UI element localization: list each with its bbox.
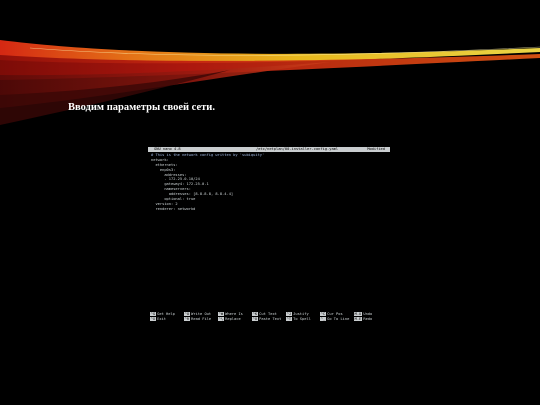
shortcut-label: Exit: [157, 317, 167, 321]
decorative-swoosh: [0, 40, 540, 125]
shortcut-label: Get Help: [157, 312, 175, 316]
shortcut-to-spell[interactable]: ^T To Spell: [286, 317, 311, 322]
nano-modified-status: Modified: [367, 147, 385, 151]
shortcut-key: ^_: [320, 317, 326, 321]
terminal-window: GNU nano 4.8 /etc/netplan/00-installer-c…: [148, 145, 390, 326]
shortcut-label: Undo: [363, 312, 373, 316]
shortcut-key: M-U: [354, 312, 362, 316]
shortcut-key: ^K: [252, 312, 258, 316]
slide-title: Вводим параметры своей сети.: [68, 102, 215, 113]
shortcut-key: ^C: [320, 312, 326, 316]
nano-header-bar: GNU nano 4.8 /etc/netplan/00-installer-c…: [148, 147, 390, 152]
shortcut-key: ^T: [286, 317, 292, 321]
shortcut-label: Where Is: [225, 312, 243, 316]
shortcut-label: Write Out: [191, 312, 212, 316]
code-line[interactable]: renderer: networkd: [151, 207, 387, 212]
shortcut-replace[interactable]: ^\ Replace: [218, 317, 241, 322]
shortcut-label: Cur Pos: [327, 312, 343, 316]
shortcut-read-file[interactable]: ^R Read File: [184, 317, 211, 322]
nano-file-path: /etc/netplan/00-installer-config.yaml: [256, 147, 339, 151]
shortcut-go-to-line[interactable]: ^_ Go To Line: [320, 317, 349, 322]
shortcut-label: Replace: [225, 317, 241, 321]
shortcut-key: ^J: [286, 312, 292, 316]
editor-text-area[interactable]: # This is the network config written by …: [151, 153, 387, 212]
shortcut-label: Cut Text: [259, 312, 277, 316]
shortcut-key: M-E: [354, 317, 362, 321]
shortcut-key: ^\: [218, 317, 224, 321]
shortcut-key: ^X: [150, 317, 156, 321]
shortcut-label: Go To Line: [327, 317, 350, 321]
shortcut-key: ^O: [184, 312, 190, 316]
shortcut-exit[interactable]: ^X Exit: [150, 317, 166, 322]
shortcut-label: Redo: [363, 317, 373, 321]
shortcut-key: ^R: [184, 317, 190, 321]
shortcut-label: To Spell: [293, 317, 311, 321]
shortcut-paste-text[interactable]: ^U Paste Text: [252, 317, 281, 322]
nano-version: GNU nano 4.8: [154, 147, 181, 151]
shortcut-redo[interactable]: M-E Redo: [354, 317, 372, 322]
shortcut-key: ^U: [252, 317, 258, 321]
shortcut-key: ^G: [150, 312, 156, 316]
shortcut-label: Read File: [191, 317, 212, 321]
shortcut-row-bottom: ^X Exit ^R Read File ^\ Replace ^U Paste Tex…: [150, 317, 388, 322]
nano-shortcut-bar: ^G Get Help ^O Write Out ^W Where Is ^K Cut …: [150, 312, 388, 322]
shortcut-key: ^W: [218, 312, 224, 316]
shortcut-label: Paste Text: [259, 317, 282, 321]
shortcut-label: Justify: [293, 312, 309, 316]
